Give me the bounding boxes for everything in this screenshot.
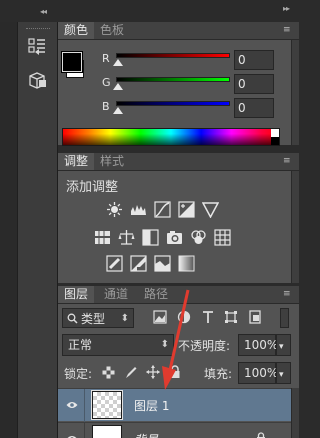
annotation-arrow-icon	[162, 289, 190, 390]
